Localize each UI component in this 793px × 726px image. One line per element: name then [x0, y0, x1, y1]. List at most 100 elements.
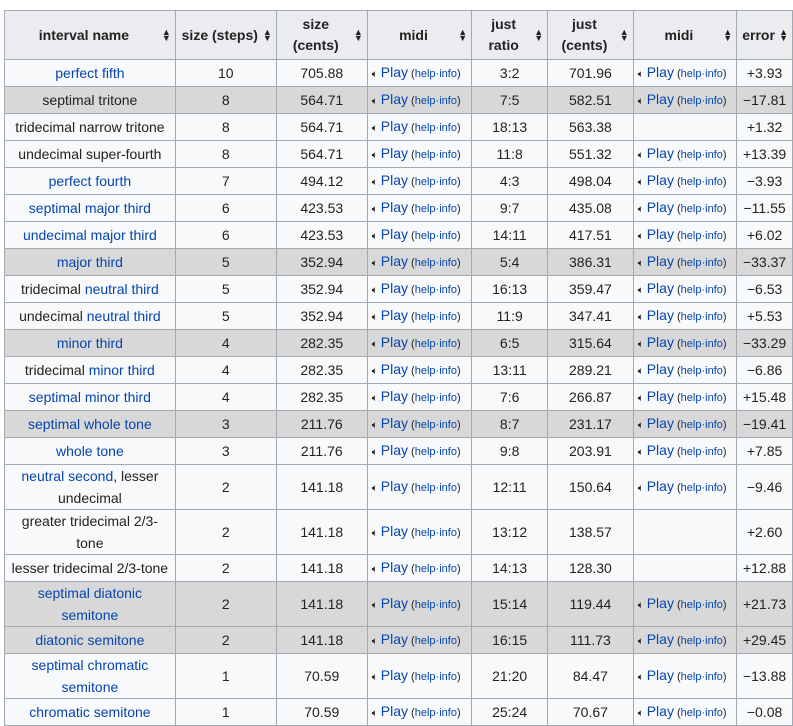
help-link[interactable]: help [415, 338, 436, 350]
play-link[interactable]: Play [381, 145, 408, 161]
play-link[interactable]: Play [647, 388, 674, 404]
info-link[interactable]: info [439, 203, 457, 215]
info-link[interactable]: info [705, 392, 723, 404]
info-link[interactable]: info [439, 527, 457, 539]
interval-link[interactable]: septimal minor third [29, 389, 151, 405]
info-link[interactable]: info [705, 68, 723, 80]
play-link[interactable]: Play [381, 415, 408, 431]
play-link[interactable]: Play [381, 307, 408, 323]
info-link[interactable]: info [439, 365, 457, 377]
info-link[interactable]: info [439, 599, 457, 611]
info-link[interactable]: info [439, 671, 457, 683]
help-link[interactable]: help [415, 68, 436, 80]
info-link[interactable]: info [705, 482, 723, 494]
help-link[interactable]: help [415, 671, 436, 683]
play-link[interactable]: Play [381, 253, 408, 269]
info-link[interactable]: info [705, 176, 723, 188]
interval-link[interactable]: neutral third [85, 281, 159, 297]
sort-icon[interactable]: ▲ ▼ [534, 28, 543, 43]
info-link[interactable]: info [705, 311, 723, 323]
play-link[interactable]: Play [647, 172, 674, 188]
interval-link[interactable]: neutral second [21, 468, 113, 484]
help-link[interactable]: help [681, 707, 702, 719]
help-link[interactable]: help [415, 284, 436, 296]
play-link[interactable]: Play [647, 631, 674, 647]
help-link[interactable]: help [415, 707, 436, 719]
play-link[interactable]: Play [647, 478, 674, 494]
info-link[interactable]: info [439, 446, 457, 458]
play-link[interactable]: Play [647, 280, 674, 296]
sort-icon[interactable]: ▲ ▼ [162, 28, 171, 43]
play-link[interactable]: Play [647, 253, 674, 269]
play-link[interactable]: Play [647, 91, 674, 107]
help-link[interactable]: help [415, 176, 436, 188]
info-link[interactable]: info [705, 446, 723, 458]
help-link[interactable]: help [415, 482, 436, 494]
interval-link[interactable]: perfect fifth [55, 65, 124, 81]
info-link[interactable]: info [439, 257, 457, 269]
interval-link[interactable]: chromatic semitone [29, 704, 150, 720]
help-link[interactable]: help [681, 95, 702, 107]
help-link[interactable]: help [415, 203, 436, 215]
column-header[interactable]: interval name ▲ ▼ [4, 10, 176, 60]
help-link[interactable]: help [681, 338, 702, 350]
play-link[interactable]: Play [381, 388, 408, 404]
interval-link[interactable]: diatonic semitone [35, 632, 144, 648]
play-link[interactable]: Play [381, 280, 408, 296]
info-link[interactable]: info [705, 257, 723, 269]
help-link[interactable]: help [415, 365, 436, 377]
play-link[interactable]: Play [381, 199, 408, 215]
help-link[interactable]: help [681, 671, 702, 683]
interval-link[interactable]: undecimal major third [23, 227, 157, 243]
help-link[interactable]: help [415, 392, 436, 404]
play-link[interactable]: Play [381, 595, 408, 611]
help-link[interactable]: help [681, 482, 702, 494]
info-link[interactable]: info [705, 230, 723, 242]
help-link[interactable]: help [415, 122, 436, 134]
info-link[interactable]: info [705, 671, 723, 683]
interval-link[interactable]: perfect fourth [49, 173, 132, 189]
play-link[interactable]: Play [647, 595, 674, 611]
help-link[interactable]: help [415, 635, 436, 647]
column-header[interactable]: just ratio ▲ ▼ [471, 10, 549, 60]
info-link[interactable]: info [705, 203, 723, 215]
play-link[interactable]: Play [381, 442, 408, 458]
help-link[interactable]: help [681, 392, 702, 404]
help-link[interactable]: help [681, 230, 702, 242]
sort-icon[interactable]: ▲ ▼ [263, 28, 272, 43]
interval-link[interactable]: septimal chromatic semitone [32, 657, 149, 695]
info-link[interactable]: info [439, 68, 457, 80]
help-link[interactable]: help [681, 311, 702, 323]
info-link[interactable]: info [439, 176, 457, 188]
interval-link[interactable]: minor third [89, 362, 155, 378]
help-link[interactable]: help [681, 149, 702, 161]
info-link[interactable]: info [705, 419, 723, 431]
help-link[interactable]: help [681, 284, 702, 296]
info-link[interactable]: info [439, 149, 457, 161]
column-header[interactable]: size (cents) ▲ ▼ [275, 10, 368, 60]
play-link[interactable]: Play [647, 145, 674, 161]
interval-link[interactable]: major third [57, 254, 123, 270]
play-link[interactable]: Play [381, 667, 408, 683]
sort-icon[interactable]: ▲ ▼ [354, 28, 363, 43]
info-link[interactable]: info [439, 392, 457, 404]
help-link[interactable]: help [681, 176, 702, 188]
info-link[interactable]: info [439, 338, 457, 350]
play-link[interactable]: Play [647, 199, 674, 215]
help-link[interactable]: help [681, 68, 702, 80]
play-link[interactable]: Play [381, 334, 408, 350]
play-link[interactable]: Play [381, 172, 408, 188]
column-header[interactable]: midi ▲ ▼ [632, 10, 738, 60]
play-link[interactable]: Play [381, 64, 408, 80]
column-header[interactable]: size (steps) ▲ ▼ [174, 10, 277, 60]
info-link[interactable]: info [439, 635, 457, 647]
help-link[interactable]: help [415, 311, 436, 323]
sort-icon[interactable]: ▲ ▼ [723, 28, 732, 43]
interval-link[interactable]: septimal diatonic semitone [38, 585, 142, 623]
play-link[interactable]: Play [381, 703, 408, 719]
info-link[interactable]: info [705, 338, 723, 350]
play-link[interactable]: Play [647, 307, 674, 323]
play-link[interactable]: Play [647, 64, 674, 80]
play-link[interactable]: Play [381, 478, 408, 494]
info-link[interactable]: info [439, 284, 457, 296]
